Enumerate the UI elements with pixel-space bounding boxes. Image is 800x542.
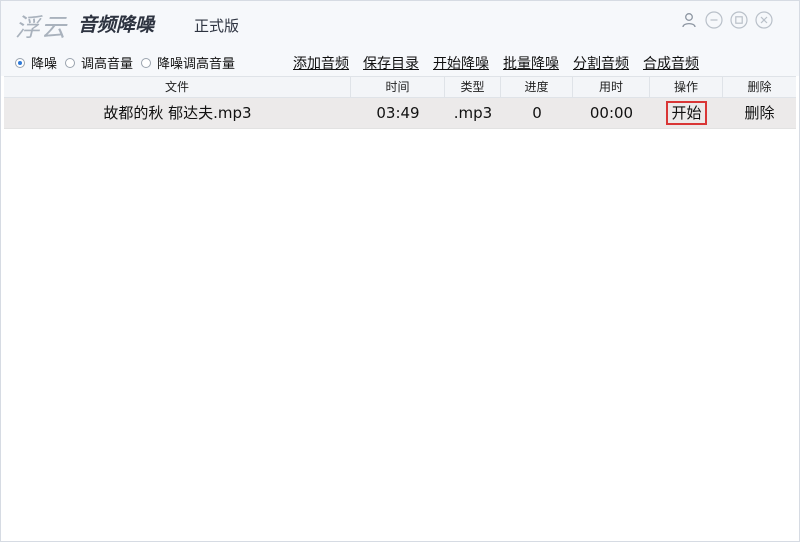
maximize-icon[interactable] — [730, 11, 748, 29]
radio-selected-icon[interactable] — [15, 57, 25, 68]
cell-time-used: 00:00 — [589, 104, 634, 122]
delete-button[interactable]: 删除 — [744, 104, 774, 122]
close-icon[interactable] — [755, 11, 773, 29]
column-header-type[interactable]: 类型 — [445, 77, 501, 97]
title-bar: 浮云 音频降噪 正式版 — [1, 1, 799, 45]
start-button[interactable]: 开始 — [666, 101, 707, 125]
cell-delete: 删除 — [723, 98, 796, 128]
save-directory-button[interactable]: 保存目录 — [363, 53, 419, 73]
start-denoise-button[interactable]: 开始降噪 — [433, 53, 489, 73]
radio-unselected-icon[interactable] — [141, 57, 152, 68]
window-controls — [680, 11, 773, 29]
logo: 浮云 — [15, 13, 68, 42]
radio-denoise-label: 降噪 — [31, 57, 58, 72]
toolbar: 降噪 调高音量 降噪调高音量 添加音频 保存目录 开始降噪 批量降噪 分割音频 … — [1, 45, 799, 76]
cell-file-name: 故都的秋 郁达夫.mp3 — [103, 104, 252, 122]
action-links: 添加音频 保存目录 开始降噪 批量降噪 分割音频 合成音频 — [293, 53, 713, 73]
radio-denoise[interactable]: 降噪 — [15, 53, 57, 72]
radio-denoise-increase-volume[interactable]: 降噪调高音量 — [141, 53, 235, 72]
cell-operation: 开始 — [650, 98, 723, 128]
column-header-file[interactable]: 文件 — [4, 77, 351, 97]
edition-label: 正式版 — [194, 17, 240, 35]
app-title: 音频降噪 — [78, 14, 155, 36]
table-row[interactable]: 故都的秋 郁达夫.mp3 03:49 .mp3 0 00:00 开始 删除 — [4, 98, 796, 129]
app-window: 浮云 音频降噪 正式版 降噪 调高音量 降噪调高音量 添加音频 保存目录 开始降… — [0, 0, 800, 542]
user-icon[interactable] — [680, 11, 698, 29]
column-header-progress[interactable]: 进度 — [501, 77, 573, 97]
radio-increase-volume-label: 调高音量 — [81, 57, 134, 72]
radio-unselected-icon[interactable] — [65, 57, 76, 68]
minimize-icon[interactable] — [705, 11, 723, 29]
cell-time: 03:49 — [376, 104, 420, 122]
column-header-delete[interactable]: 删除 — [723, 77, 796, 97]
column-header-time[interactable]: 时间 — [351, 77, 445, 97]
cell-progress: 0 — [532, 104, 542, 122]
add-audio-button[interactable]: 添加音频 — [293, 53, 349, 73]
merge-audio-button[interactable]: 合成音频 — [643, 53, 699, 73]
cell-type: .mp3 — [453, 104, 493, 122]
radio-denoise-increase-volume-label: 降噪调高音量 — [157, 57, 236, 72]
table-header: 文件 时间 类型 进度 用时 操作 删除 — [4, 76, 796, 98]
file-table: 文件 时间 类型 进度 用时 操作 删除 故都的秋 郁达夫.mp3 03:49 … — [4, 76, 796, 129]
column-header-time-used[interactable]: 用时 — [573, 77, 650, 97]
radio-increase-volume[interactable]: 调高音量 — [65, 53, 133, 72]
split-audio-button[interactable]: 分割音频 — [573, 53, 629, 73]
batch-denoise-button[interactable]: 批量降噪 — [503, 53, 559, 73]
column-header-operation[interactable]: 操作 — [650, 77, 723, 97]
mode-radio-group: 降噪 调高音量 降噪调高音量 — [15, 53, 243, 72]
